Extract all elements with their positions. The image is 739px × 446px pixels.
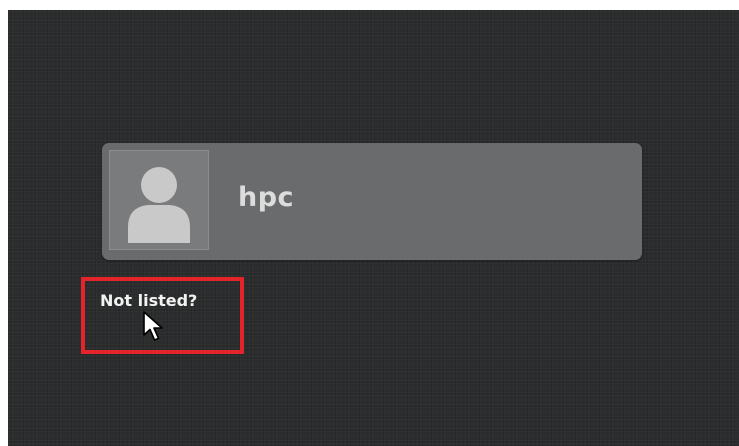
user-avatar-icon [109,150,209,250]
user-item-hpc[interactable]: hpc [102,143,642,260]
user-list: hpc [102,143,642,260]
not-listed-link[interactable]: Not listed? [100,291,197,310]
user-name-label: hpc [238,182,295,213]
login-screen: hpc Not listed? [8,10,739,446]
